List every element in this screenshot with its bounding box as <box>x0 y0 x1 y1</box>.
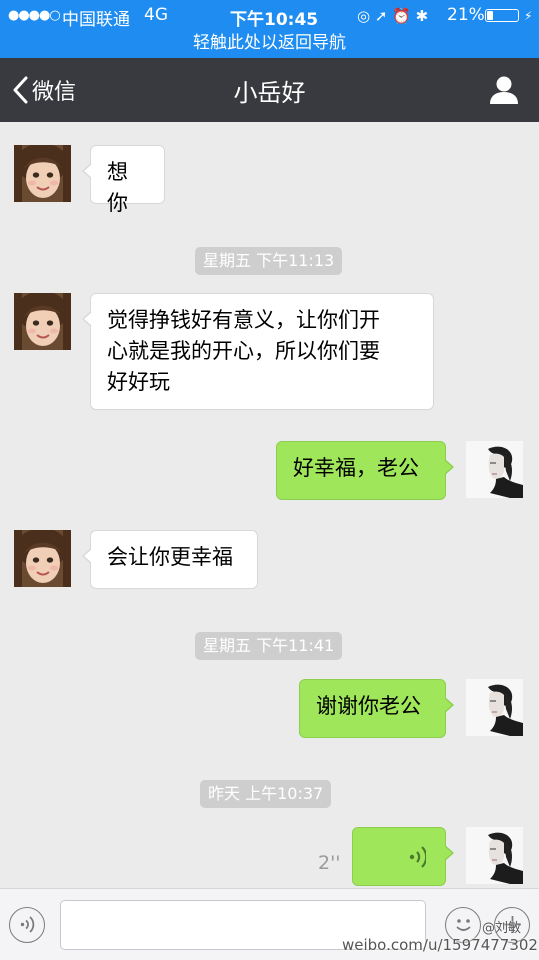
contact-avatar-image <box>14 293 71 350</box>
status-time: 下午10:45 <box>230 10 319 30</box>
chat-title: 小岳好 <box>233 79 306 107</box>
status-icons: ◎ ➚ ⏰ ✱ <box>357 7 429 25</box>
message-text-line: 觉得挣钱好有意义，让你们开 <box>107 308 380 332</box>
watermark-url: weibo.com/u/1597477302 <box>342 936 538 954</box>
contact-avatar[interactable] <box>14 530 71 587</box>
message-text: 谢谢你老公 <box>316 694 421 718</box>
incoming-message-bubble[interactable]: 会让你更幸福 <box>82 530 258 589</box>
my-avatar-image <box>466 441 523 498</box>
charging-icon: ⚡ <box>524 9 533 23</box>
outgoing-message-bubble[interactable]: 谢谢你老公 <box>299 679 454 738</box>
voice-input-toggle[interactable] <box>9 907 45 943</box>
network-type: 4G <box>144 5 168 25</box>
message-timestamp: 星期五 下午11:13 <box>195 247 343 275</box>
signal-strength: ●●●●○ <box>8 8 61 23</box>
my-avatar[interactable] <box>466 679 523 736</box>
voice-wave-icon <box>409 846 426 868</box>
incoming-message-bubble[interactable]: 觉得挣钱好有意义，让你们开 心就是我的开心，所以你们要 好好玩 <box>82 293 434 410</box>
carrier-name: 中国联通 <box>62 10 130 30</box>
voice-message-bubble[interactable] <box>352 827 454 886</box>
outgoing-message-bubble[interactable]: 好幸福，老公 <box>276 441 454 500</box>
incoming-message-bubble[interactable]: 想你 <box>82 145 165 215</box>
message-timestamp: 昨天 上午10:37 <box>200 780 332 808</box>
message-text-line: 好好玩 <box>107 370 170 394</box>
person-icon <box>490 76 518 104</box>
contact-avatar-image <box>14 145 71 202</box>
contact-avatar[interactable] <box>14 293 71 350</box>
contact-avatar[interactable] <box>14 145 71 202</box>
my-avatar-image <box>466 679 523 736</box>
voice-wave-icon <box>20 916 34 933</box>
message-text: 好幸福，老公 <box>293 456 419 480</box>
battery-percent: 21% <box>447 5 485 25</box>
return-to-navigation-banner[interactable]: 轻触此处以返回导航 <box>0 30 539 58</box>
watermark-user: @刘敏 <box>482 921 522 936</box>
message-timestamp: 星期五 下午11:41 <box>195 632 343 660</box>
contact-avatar-image <box>14 530 71 587</box>
message-text: 会让你更幸福 <box>107 545 233 569</box>
message-text-line: 心就是我的开心，所以你们要 <box>107 339 380 363</box>
voice-duration: 2'' <box>318 852 341 874</box>
battery-level-fill <box>487 11 493 20</box>
my-avatar[interactable] <box>466 441 523 498</box>
my-avatar-image <box>466 827 523 884</box>
message-text: 想你 <box>107 160 128 215</box>
chat-info-button[interactable] <box>488 74 520 106</box>
status-bar: ●●●●○ 中国联通 4G 下午10:45 ◎ ➚ ⏰ ✱ 21% ⚡ <box>0 0 539 30</box>
chat-header: 微信 小岳好 <box>0 58 539 122</box>
my-avatar[interactable] <box>466 827 523 884</box>
battery-icon <box>485 9 519 22</box>
